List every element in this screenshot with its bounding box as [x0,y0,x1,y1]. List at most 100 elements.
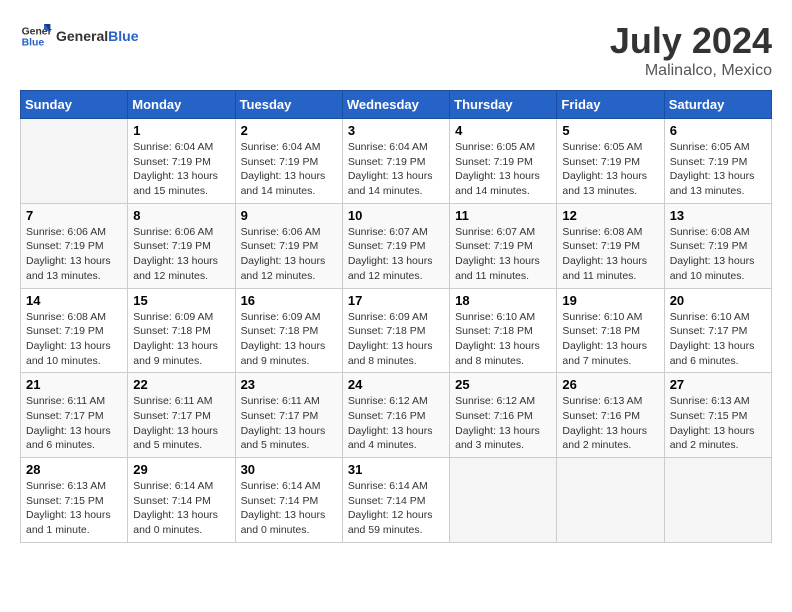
calendar-cell: 28 Sunrise: 6:13 AMSunset: 7:15 PMDayligh… [21,458,128,543]
day-number: 27 [670,377,766,392]
day-info: Sunrise: 6:13 AMSunset: 7:15 PMDaylight:… [26,479,122,538]
day-number: 28 [26,462,122,477]
day-number: 16 [241,293,337,308]
calendar-week-row: 14Sunrise: 6:08 AMSunset: 7:19 PMDayligh… [21,288,772,373]
logo-icon: General Blue [20,20,52,52]
day-number: 4 [455,123,551,138]
svg-text:Blue: Blue [22,38,45,49]
calendar-cell: 25 Sunrise: 6:12 AMSunset: 7:16 PMDayligh… [450,373,557,458]
calendar-cell: 27 Sunrise: 6:13 AMSunset: 7:15 PMDayligh… [664,373,771,458]
month-year-title: July 2024 [610,20,772,62]
day-info: Sunrise: 6:13 AMSunset: 7:16 PMDaylight:… [562,394,658,453]
day-info: Sunrise: 6:04 AMSunset: 7:19 PMDaylight:… [348,140,444,199]
logo-general-text: General [56,28,108,44]
day-info: Sunrise: 6:06 AMSunset: 7:19 PMDaylight:… [26,225,122,284]
day-info: Sunrise: 6:10 AMSunset: 7:18 PMDaylight:… [455,310,551,369]
title-block: July 2024 Malinalco, Mexico [610,20,772,80]
calendar-body: 1 Sunrise: 6:04 AMSunset: 7:19 PMDaylight… [21,119,772,543]
calendar-cell: 21 Sunrise: 6:11 AMSunset: 7:17 PMDayligh… [21,373,128,458]
calendar-cell: 14Sunrise: 6:08 AMSunset: 7:19 PMDayligh… [21,288,128,373]
day-info: Sunrise: 6:10 AMSunset: 7:18 PMDaylight:… [562,310,658,369]
day-number: 6 [670,123,766,138]
calendar-week-row: 1 Sunrise: 6:04 AMSunset: 7:19 PMDaylight… [21,119,772,204]
calendar-week-row: 28 Sunrise: 6:13 AMSunset: 7:15 PMDayligh… [21,458,772,543]
day-info: Sunrise: 6:11 AMSunset: 7:17 PMDaylight:… [241,394,337,453]
location-subtitle: Malinalco, Mexico [610,62,772,80]
calendar-cell: 16Sunrise: 6:09 AMSunset: 7:18 PMDayligh… [235,288,342,373]
calendar-cell: 6 Sunrise: 6:05 AMSunset: 7:19 PMDaylight… [664,119,771,204]
calendar-cell [557,458,664,543]
calendar-header: Sunday Monday Tuesday Wednesday Thursday… [21,91,772,119]
day-info: Sunrise: 6:13 AMSunset: 7:15 PMDaylight:… [670,394,766,453]
logo-blue-text: Blue [108,28,138,44]
calendar-cell: 12Sunrise: 6:08 AMSunset: 7:19 PMDayligh… [557,203,664,288]
calendar-cell [21,119,128,204]
calendar-cell: 23 Sunrise: 6:11 AMSunset: 7:17 PMDayligh… [235,373,342,458]
calendar-cell: 11Sunrise: 6:07 AMSunset: 7:19 PMDayligh… [450,203,557,288]
calendar-cell: 20 Sunrise: 6:10 AMSunset: 7:17 PMDayligh… [664,288,771,373]
day-number: 8 [133,208,229,223]
day-info: Sunrise: 6:12 AMSunset: 7:16 PMDaylight:… [455,394,551,453]
day-info: Sunrise: 6:05 AMSunset: 7:19 PMDaylight:… [562,140,658,199]
day-number: 18 [455,293,551,308]
header-tuesday: Tuesday [235,91,342,119]
day-number: 29 [133,462,229,477]
day-number: 1 [133,123,229,138]
day-number: 23 [241,377,337,392]
calendar-cell: 18 Sunrise: 6:10 AMSunset: 7:18 PMDayligh… [450,288,557,373]
day-number: 24 [348,377,444,392]
header-monday: Monday [128,91,235,119]
day-info: Sunrise: 6:09 AMSunset: 7:18 PMDaylight:… [348,310,444,369]
day-info: Sunrise: 6:07 AMSunset: 7:19 PMDaylight:… [348,225,444,284]
day-number: 25 [455,377,551,392]
calendar-cell: 15 Sunrise: 6:09 AMSunset: 7:18 PMDayligh… [128,288,235,373]
page-header: General Blue GeneralBlue July 2024 Malin… [20,20,772,80]
calendar-cell [450,458,557,543]
day-info: Sunrise: 6:05 AMSunset: 7:19 PMDaylight:… [455,140,551,199]
calendar-cell: 7Sunrise: 6:06 AMSunset: 7:19 PMDaylight… [21,203,128,288]
calendar-cell: 24 Sunrise: 6:12 AMSunset: 7:16 PMDayligh… [342,373,449,458]
calendar-cell: 13Sunrise: 6:08 AMSunset: 7:19 PMDayligh… [664,203,771,288]
header-friday: Friday [557,91,664,119]
day-info: Sunrise: 6:10 AMSunset: 7:17 PMDaylight:… [670,310,766,369]
calendar-cell: 4 Sunrise: 6:05 AMSunset: 7:19 PMDaylight… [450,119,557,204]
day-info: Sunrise: 6:08 AMSunset: 7:19 PMDaylight:… [562,225,658,284]
calendar-cell: 19Sunrise: 6:10 AMSunset: 7:18 PMDayligh… [557,288,664,373]
day-info: Sunrise: 6:11 AMSunset: 7:17 PMDaylight:… [133,394,229,453]
day-info: Sunrise: 6:08 AMSunset: 7:19 PMDaylight:… [670,225,766,284]
calendar-week-row: 7Sunrise: 6:06 AMSunset: 7:19 PMDaylight… [21,203,772,288]
calendar-cell: 22 Sunrise: 6:11 AMSunset: 7:17 PMDayligh… [128,373,235,458]
day-info: Sunrise: 6:04 AMSunset: 7:19 PMDaylight:… [133,140,229,199]
calendar-cell [664,458,771,543]
day-number: 15 [133,293,229,308]
calendar-cell: 1 Sunrise: 6:04 AMSunset: 7:19 PMDaylight… [128,119,235,204]
day-info: Sunrise: 6:07 AMSunset: 7:19 PMDaylight:… [455,225,551,284]
header-wednesday: Wednesday [342,91,449,119]
logo: General Blue GeneralBlue [20,20,138,52]
calendar-cell: 26 Sunrise: 6:13 AMSunset: 7:16 PMDayligh… [557,373,664,458]
calendar-cell: 10Sunrise: 6:07 AMSunset: 7:19 PMDayligh… [342,203,449,288]
day-info: Sunrise: 6:14 AMSunset: 7:14 PMDaylight:… [133,479,229,538]
day-number: 26 [562,377,658,392]
header-sunday: Sunday [21,91,128,119]
calendar-table: Sunday Monday Tuesday Wednesday Thursday… [20,90,772,543]
day-info: Sunrise: 6:11 AMSunset: 7:17 PMDaylight:… [26,394,122,453]
day-number: 22 [133,377,229,392]
day-info: Sunrise: 6:12 AMSunset: 7:16 PMDaylight:… [348,394,444,453]
day-info: Sunrise: 6:08 AMSunset: 7:19 PMDaylight:… [26,310,122,369]
calendar-cell: 8 Sunrise: 6:06 AMSunset: 7:19 PMDaylight… [128,203,235,288]
calendar-cell: 17 Sunrise: 6:09 AMSunset: 7:18 PMDayligh… [342,288,449,373]
calendar-cell: 30Sunrise: 6:14 AMSunset: 7:14 PMDayligh… [235,458,342,543]
calendar-week-row: 21 Sunrise: 6:11 AMSunset: 7:17 PMDayligh… [21,373,772,458]
calendar-cell: 3Sunrise: 6:04 AMSunset: 7:19 PMDaylight… [342,119,449,204]
day-number: 21 [26,377,122,392]
day-info: Sunrise: 6:06 AMSunset: 7:19 PMDaylight:… [133,225,229,284]
calendar-cell: 29 Sunrise: 6:14 AMSunset: 7:14 PMDayligh… [128,458,235,543]
calendar-cell: 5Sunrise: 6:05 AMSunset: 7:19 PMDaylight… [557,119,664,204]
day-info: Sunrise: 6:14 AMSunset: 7:14 PMDaylight:… [241,479,337,538]
day-info: Sunrise: 6:09 AMSunset: 7:18 PMDaylight:… [133,310,229,369]
day-number: 20 [670,293,766,308]
day-number: 9 [241,208,337,223]
day-info: Sunrise: 6:05 AMSunset: 7:19 PMDaylight:… [670,140,766,199]
day-number: 17 [348,293,444,308]
